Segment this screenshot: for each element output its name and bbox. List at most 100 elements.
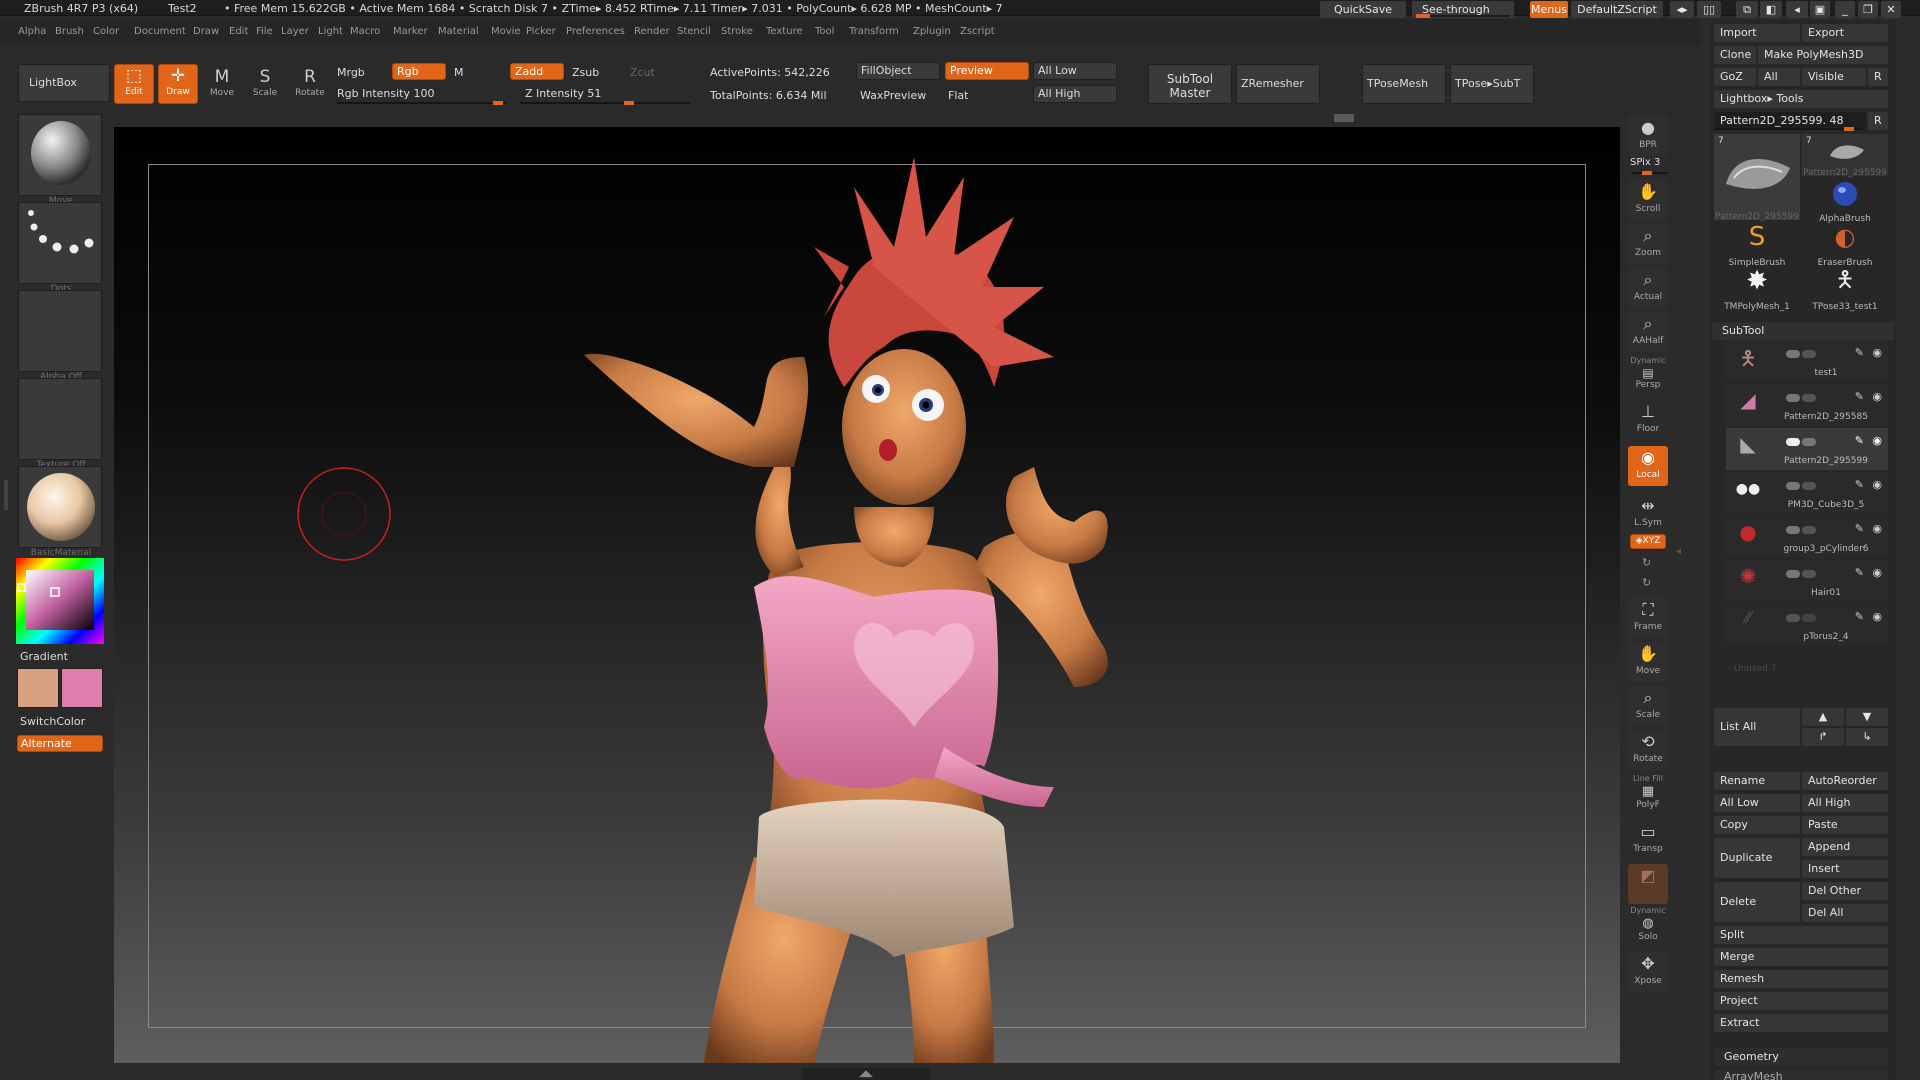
clone-button[interactable]: Clone	[1714, 46, 1756, 64]
insert-button[interactable]: Insert	[1802, 860, 1888, 878]
goz-visible-button[interactable]: Visible	[1802, 68, 1866, 86]
rgb-button[interactable]: Rgb	[392, 63, 446, 80]
menu-item[interactable]: Layer	[281, 26, 309, 37]
menu-item[interactable]: Light	[318, 26, 343, 37]
color-picker[interactable]	[16, 558, 104, 644]
switch-color-button[interactable]: SwitchColor	[20, 715, 85, 728]
pencil-icon[interactable]: ✎	[1855, 522, 1864, 535]
tool-thumb-tpose[interactable]: 🯅 TPose33_test1	[1802, 266, 1888, 312]
see-through-slider[interactable]: See-through 0	[1412, 1, 1514, 33]
move-up-icon[interactable]: ▲	[1802, 708, 1844, 726]
make-polymesh-button[interactable]: Make PolyMesh3D	[1758, 46, 1888, 64]
bottom-tray-handle[interactable]: ◢◣	[802, 1068, 930, 1080]
subtool-row-selected[interactable]: ◣ ✎ ◉ Pattern2D_295599	[1726, 428, 1888, 470]
menu-item[interactable]: Picker	[526, 26, 556, 37]
del-other-button[interactable]: Del Other	[1802, 882, 1888, 900]
menu-item[interactable]: Draw	[193, 26, 219, 37]
split-section[interactable]: Split	[1714, 926, 1888, 944]
menu-item[interactable]: Brush	[55, 26, 84, 37]
tpose-mesh-button[interactable]: TPoseMesh	[1362, 64, 1446, 104]
del-all-button[interactable]: Del All	[1802, 904, 1888, 922]
frame-button[interactable]: ⛶ Frame	[1628, 598, 1668, 638]
default-ui-icon[interactable]: ◂	[1786, 1, 1808, 18]
toggle[interactable]	[1802, 394, 1816, 402]
delete-button[interactable]: Delete	[1714, 882, 1800, 922]
subtool-header[interactable]: SubTool	[1712, 322, 1894, 340]
extract-section[interactable]: Extract	[1714, 1014, 1888, 1032]
menu-item[interactable]: Movie	[491, 26, 521, 37]
maximize-icon[interactable]: ❐	[1858, 1, 1878, 18]
goz-button[interactable]: GoZ	[1714, 68, 1756, 86]
subtool-row[interactable]: ● ✎ ◉ group3_pCylinder6	[1726, 516, 1888, 558]
tool-r-button[interactable]: R	[1868, 112, 1888, 130]
toggle[interactable]	[1802, 614, 1816, 622]
menus-button[interactable]: Menus	[1530, 1, 1568, 18]
toggle[interactable]	[1786, 482, 1800, 490]
hide-side-icon[interactable]: ▯▯	[1697, 1, 1721, 18]
toggle[interactable]	[1802, 350, 1816, 358]
tool-thumb-tmpolymesh[interactable]: ✸ TMPolyMesh_1	[1714, 266, 1800, 312]
toggle[interactable]	[1786, 614, 1800, 622]
wax-preview-button[interactable]: WaxPreview	[860, 89, 926, 102]
eye-icon[interactable]: ◉	[1872, 346, 1882, 359]
pencil-icon[interactable]: ✎	[1855, 434, 1864, 447]
right-divider-arrow-icon[interactable]: ◂	[1676, 546, 1682, 566]
preview-button[interactable]: Preview	[945, 62, 1029, 80]
toggle[interactable]	[1786, 350, 1800, 358]
left-tray-handle[interactable]	[4, 480, 8, 510]
tool-thumb-current[interactable]: 7 Pattern2D_295599	[1714, 134, 1800, 222]
zremesher-button[interactable]: ZRemesher	[1236, 64, 1320, 104]
hide-top-icon[interactable]: ◂▸	[1670, 1, 1694, 18]
ui-layout-icon[interactable]: ⧉	[1736, 1, 1758, 18]
toggle[interactable]	[1786, 570, 1800, 578]
all-low-button[interactable]: All Low	[1033, 62, 1117, 80]
menu-item[interactable]: Zscript	[960, 26, 995, 37]
subtool-row[interactable]: ◢ ✎ ◉ Pattern2D_295585	[1726, 384, 1888, 426]
lock-icon[interactable]: ▣	[1810, 1, 1830, 18]
gradient-label[interactable]: Gradient	[20, 650, 68, 663]
spix-label[interactable]: SPix 3	[1630, 157, 1660, 168]
m-button[interactable]: M	[454, 66, 464, 79]
z-intensity-slider[interactable]	[520, 101, 690, 105]
material-thumbnail[interactable]: BasicMaterial	[18, 466, 102, 558]
tool-thumb-eraserbrush[interactable]: ◐ EraserBrush	[1802, 222, 1888, 268]
move-button[interactable]: M Move	[202, 66, 242, 104]
export-button[interactable]: Export	[1802, 24, 1888, 42]
xpose-button[interactable]: ✥ Xpose	[1628, 952, 1668, 992]
rename-button[interactable]: Rename	[1714, 772, 1800, 790]
pencil-icon[interactable]: ✎	[1855, 566, 1864, 579]
eye-icon[interactable]: ◉	[1872, 610, 1882, 623]
goz-all-button[interactable]: All	[1758, 68, 1800, 86]
subtool-row[interactable]: 🯅 ✎ ◉ test1	[1726, 340, 1888, 382]
lsym-button[interactable]: ⇹ L.Sym	[1628, 494, 1668, 534]
pencil-icon[interactable]: ✎	[1855, 390, 1864, 403]
all-high-button[interactable]: All High	[1033, 85, 1117, 103]
arraymesh-section[interactable]: ArrayMesh	[1714, 1070, 1888, 1080]
project-section[interactable]: Project	[1714, 992, 1888, 1010]
menu-item[interactable]: File	[256, 26, 273, 37]
minimize-icon[interactable]: _	[1835, 1, 1855, 18]
bpr-button[interactable]: ● BPR	[1628, 116, 1668, 156]
tool-thumb-alphabrush[interactable]: AlphaBrush	[1802, 178, 1888, 224]
transp-button[interactable]: ▭ Transp	[1628, 820, 1668, 860]
menu-item[interactable]: Tool	[815, 26, 834, 37]
eye-icon[interactable]: ◉	[1872, 566, 1882, 579]
toggle[interactable]	[1786, 526, 1800, 534]
menu-item[interactable]: Stencil	[677, 26, 711, 37]
toggle[interactable]	[1802, 482, 1816, 490]
edit-button[interactable]: ⬚ Edit	[114, 64, 154, 104]
draw-button[interactable]: ✛ Draw	[158, 64, 198, 104]
menu-item[interactable]: Material	[438, 26, 479, 37]
toggle[interactable]	[1802, 570, 1816, 578]
toggle[interactable]	[1802, 438, 1816, 446]
move-down-last-icon[interactable]: ↳	[1846, 728, 1888, 746]
texture-thumbnail[interactable]: Texture Off	[18, 378, 102, 470]
move-up-first-icon[interactable]: ↱	[1802, 728, 1844, 746]
floor-button[interactable]: ⊥ Floor	[1628, 400, 1668, 440]
rotate-z-icon[interactable]: ↻	[1642, 576, 1651, 589]
geometry-section[interactable]: Geometry	[1714, 1048, 1888, 1066]
close-icon[interactable]: ✕	[1881, 1, 1901, 18]
solo-button[interactable]: Dynamic ◍ Solo	[1628, 906, 1668, 946]
tpose-subt-button[interactable]: TPose▸SubT	[1450, 64, 1534, 104]
menu-item[interactable]: Zplugin	[913, 26, 951, 37]
